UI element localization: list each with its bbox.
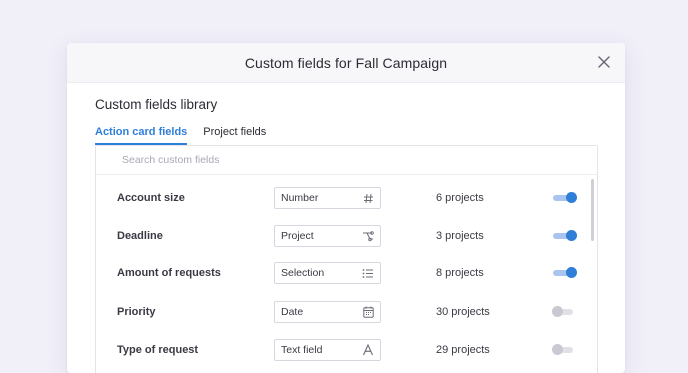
field-name: Priority xyxy=(117,306,156,318)
project-count: 3 projects xyxy=(436,230,484,242)
list-item: Type of request Text field 29 projects xyxy=(96,335,597,365)
field-toggle[interactable] xyxy=(553,192,577,203)
tab-project-fields[interactable]: Project fields xyxy=(203,126,266,145)
project-count: 30 projects xyxy=(436,306,490,318)
list-item: Amount of requests Selection 8 projects xyxy=(96,258,597,288)
close-button[interactable] xyxy=(597,55,611,69)
field-toggle[interactable] xyxy=(552,344,575,355)
field-toggle[interactable] xyxy=(552,306,575,317)
field-type-label: Text field xyxy=(281,344,323,356)
list-icon xyxy=(362,267,374,279)
list-item: Account size Number 6 projects xyxy=(96,183,597,213)
custom-fields-modal: Custom fields for Fall Campaign Custom f… xyxy=(67,43,625,373)
project-count: 8 projects xyxy=(436,267,484,279)
scrollbar[interactable] xyxy=(591,179,594,241)
field-type-select[interactable]: Selection xyxy=(274,262,381,284)
tab-bar: Action card fields Project fields xyxy=(95,126,266,145)
hash-icon xyxy=(362,192,374,204)
list-item: Priority Date 30 projects xyxy=(96,297,597,327)
field-type-label: Selection xyxy=(281,267,325,279)
search-row xyxy=(96,146,597,175)
library-title: Custom fields library xyxy=(95,97,218,112)
tab-action-card-fields[interactable]: Action card fields xyxy=(95,126,188,145)
field-name: Account size xyxy=(117,192,185,204)
modal-title: Custom fields for Fall Campaign xyxy=(244,54,448,71)
field-type-select[interactable]: Number xyxy=(274,187,381,209)
field-toggle[interactable] xyxy=(553,230,577,241)
field-type-label: Project xyxy=(281,230,314,242)
list-item: Deadline Project 3 projects xyxy=(96,221,597,251)
close-icon xyxy=(598,56,610,68)
field-type-label: Number xyxy=(281,192,319,204)
fields-panel: Account size Number 6 projects Deadline … xyxy=(95,145,598,373)
search-input[interactable] xyxy=(120,153,424,167)
project-link-icon xyxy=(362,230,374,242)
field-type-select[interactable]: Text field xyxy=(274,339,381,361)
field-type-select[interactable]: Project xyxy=(274,225,381,247)
field-name: Amount of requests xyxy=(117,267,221,279)
field-type-label: Date xyxy=(281,306,304,318)
project-count: 6 projects xyxy=(436,192,484,204)
field-toggle[interactable] xyxy=(553,267,577,278)
text-icon xyxy=(362,344,374,356)
field-name: Deadline xyxy=(117,230,163,242)
field-type-select[interactable]: Date xyxy=(274,301,381,323)
field-name: Type of request xyxy=(117,344,199,356)
calendar-icon xyxy=(362,306,374,318)
modal-header: Custom fields for Fall Campaign xyxy=(67,43,625,83)
project-count: 29 projects xyxy=(436,344,490,356)
